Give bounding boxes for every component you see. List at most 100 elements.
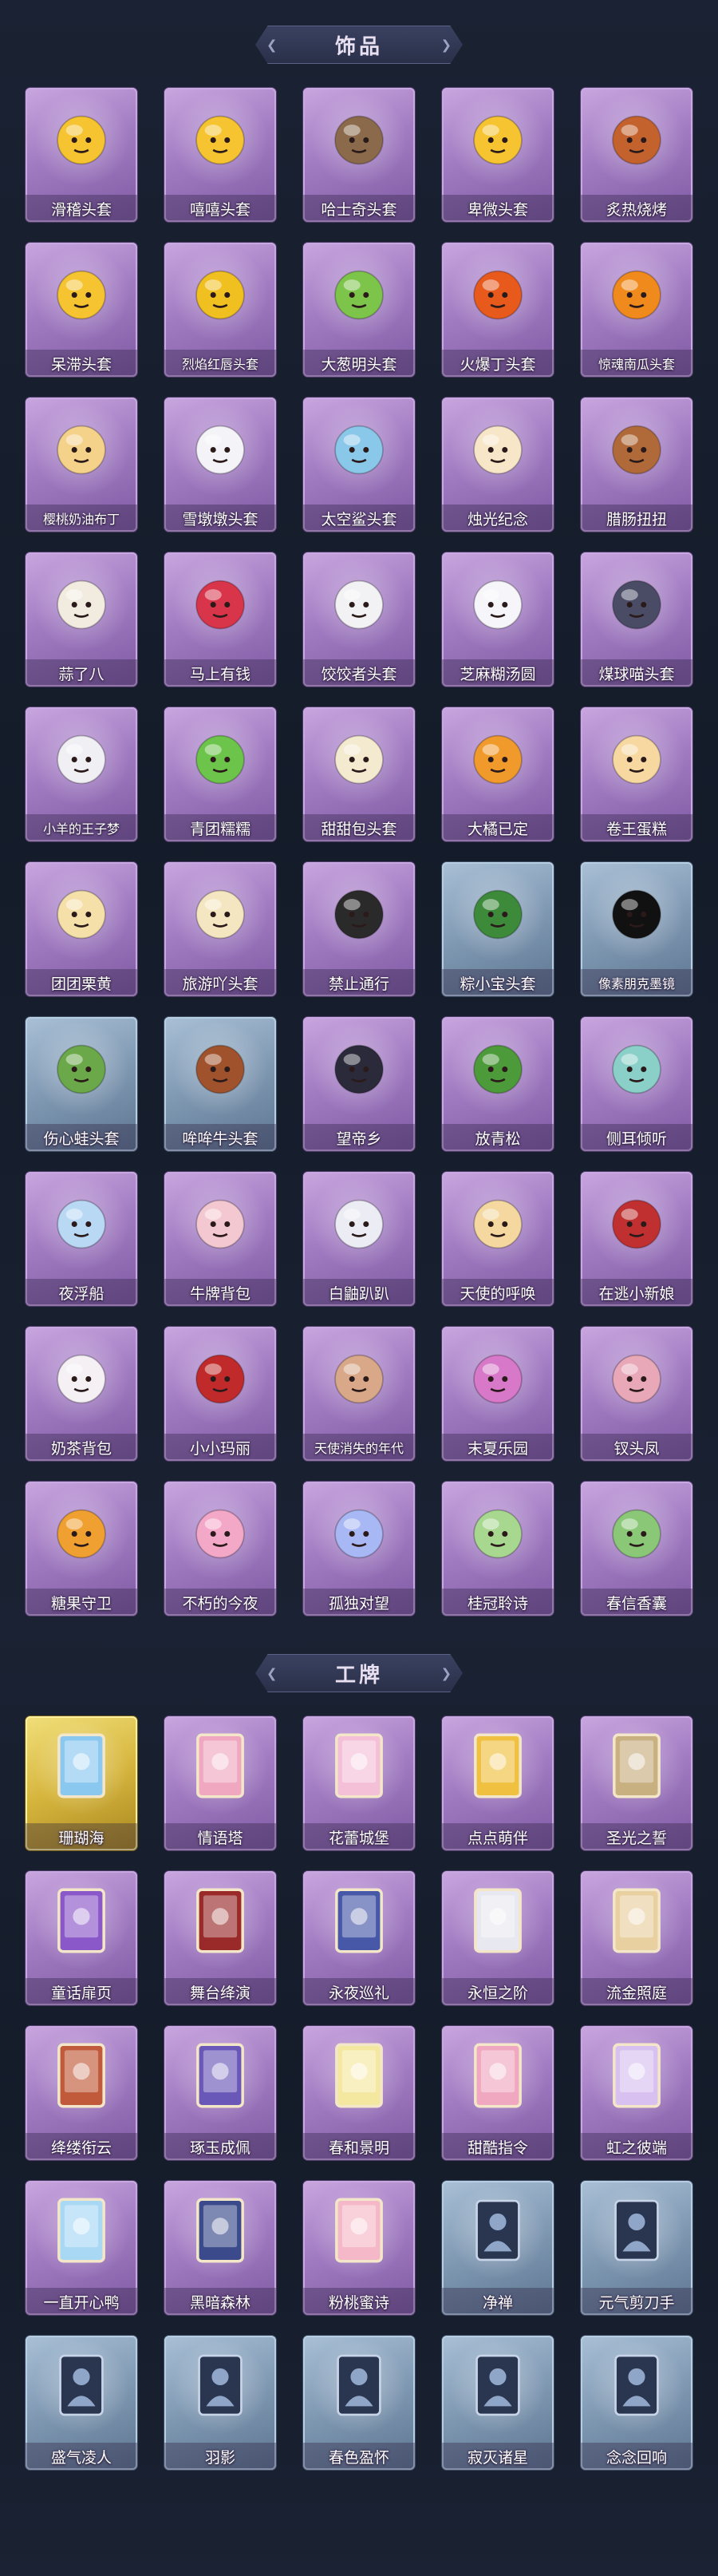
item-card: 永恒之阶 (442, 1871, 554, 2005)
accessory-item[interactable]: 天使消失的年代 (303, 1327, 415, 1462)
accessory-item[interactable]: 哞哞牛头套 (164, 1017, 276, 1153)
badge-item[interactable]: 绛缕衔云 (26, 2026, 137, 2162)
accessory-item[interactable]: 天使的呼唤 (442, 1172, 554, 1308)
badge-item[interactable]: 永恒之阶 (442, 1871, 554, 2007)
accessory-item[interactable]: 小小玛丽 (164, 1327, 276, 1462)
accessory-item[interactable]: 蒜了八 (26, 552, 137, 688)
badge-item[interactable]: 流金照庭 (581, 1871, 692, 2007)
item-label-bar: 羽影 (164, 2443, 276, 2470)
accessory-item[interactable]: 大橘已定 (442, 707, 554, 843)
item-label-bar: 念念回响 (581, 2443, 692, 2470)
item-card: 蒜了八 (26, 552, 137, 687)
item-card: 虹之彼端 (581, 2026, 692, 2160)
accessory-item[interactable]: 惊魂南瓜头套 (581, 243, 692, 378)
accessory-item[interactable]: 烛光纪念 (442, 398, 554, 533)
accessory-item[interactable]: 夜浮船 (26, 1172, 137, 1308)
accessory-item[interactable]: 放青松 (442, 1017, 554, 1153)
badge-item[interactable]: 珊瑚海 (26, 1716, 137, 1852)
accessory-item[interactable]: 大葱明头套 (303, 243, 415, 378)
badge-item[interactable]: 童话扉页 (26, 1871, 137, 2007)
accessory-item[interactable]: 小羊的王子梦 (26, 707, 137, 843)
accessory-item[interactable]: 孤独对望 (303, 1482, 415, 1617)
accessory-item[interactable]: 末夏乐园 (442, 1327, 554, 1462)
accessory-item[interactable]: 煤球喵头套 (581, 552, 692, 688)
item-label-bar: 绛缕衔云 (26, 2133, 137, 2160)
accessory-item[interactable]: 伤心蛙头套 (26, 1017, 137, 1153)
badge-item[interactable]: 寂灭诸星 (442, 2336, 554, 2471)
accessory-item[interactable]: 望帝乡 (303, 1017, 415, 1153)
item-label: 蒜了八 (58, 665, 105, 683)
badge-item[interactable]: 永夜巡礼 (303, 1871, 415, 2007)
accessory-item[interactable]: 禁止通行 (303, 862, 415, 998)
badge-item[interactable]: 点点萌伴 (442, 1716, 554, 1852)
accessory-item[interactable]: 白鼬趴趴 (303, 1172, 415, 1308)
badge-item[interactable]: 念念回响 (581, 2336, 692, 2471)
accessory-item[interactable]: 像素朋克墨镜 (581, 862, 692, 998)
silhouette-card-icon (46, 2350, 116, 2420)
item-label: 侧耳倾听 (606, 1130, 667, 1148)
accessory-item[interactable]: 奶茶背包 (26, 1327, 137, 1462)
accessory-item[interactable]: 团团栗黄 (26, 862, 137, 998)
badge-item[interactable]: 舞台绛演 (164, 1871, 276, 2007)
accessory-item[interactable]: 哈士奇头套 (303, 88, 415, 224)
badge-item[interactable]: 净禅 (442, 2181, 554, 2317)
accessory-item[interactable]: 不朽的今夜 (164, 1482, 276, 1617)
accessory-item[interactable]: 侧耳倾听 (581, 1017, 692, 1153)
badge-item[interactable]: 情语塔 (164, 1716, 276, 1852)
badge-item[interactable]: 琢玉成佩 (164, 2026, 276, 2162)
pumpkin-icon (602, 257, 672, 327)
night-card-icon (324, 1886, 394, 1956)
accessory-item[interactable]: 太空鲨头套 (303, 398, 415, 533)
badge-item[interactable]: 羽影 (164, 2336, 276, 2471)
accessory-item[interactable]: 嘻嘻头套 (164, 88, 276, 224)
accessory-item[interactable]: 滑稽头套 (26, 88, 137, 224)
section-header-badges: ❮ 工牌 ❯ (0, 1651, 718, 1696)
badge-item[interactable]: 元气剪刀手 (581, 2181, 692, 2317)
accessory-item[interactable]: 火爆丁头套 (442, 243, 554, 378)
badge-item[interactable]: 虹之彼端 (581, 2026, 692, 2162)
accessory-item[interactable]: 在逃小新娘 (581, 1172, 692, 1308)
accessory-item[interactable]: 烈焰红唇头套 (164, 243, 276, 378)
badge-item[interactable]: 甜酷指令 (442, 2026, 554, 2162)
accessory-item[interactable]: 炙热烧烤 (581, 88, 692, 224)
badge-item[interactable]: 一直开心鸭 (26, 2181, 137, 2317)
item-label: 孤独对望 (328, 1594, 389, 1612)
badge-item[interactable]: 春和景明 (303, 2026, 415, 2162)
accessory-item[interactable]: 饺饺者头套 (303, 552, 415, 688)
item-card: 烛光纪念 (442, 398, 554, 532)
item-card: 饺饺者头套 (303, 552, 415, 687)
accessory-item[interactable]: 甜甜包头套 (303, 707, 415, 843)
accessory-item[interactable]: 钗头凤 (581, 1327, 692, 1462)
accessory-item[interactable]: 卑微头套 (442, 88, 554, 224)
chestnut-icon (46, 876, 116, 947)
accessory-item[interactable]: 腊肠扭扭 (581, 398, 692, 533)
accessory-item[interactable]: 糖果守卫 (26, 1482, 137, 1617)
ferret-icon (324, 1186, 394, 1256)
item-label: 小小玛丽 (189, 1439, 251, 1458)
accessory-item[interactable]: 青团糯糯 (164, 707, 276, 843)
item-label-bar: 花蕾城堡 (303, 1823, 415, 1850)
badge-item[interactable]: 圣光之誓 (581, 1716, 692, 1852)
accessory-item[interactable]: 粽小宝头套 (442, 862, 554, 998)
item-label: 元气剪刀手 (598, 2293, 675, 2312)
accessory-item[interactable]: 呆滞头套 (26, 243, 137, 378)
badge-item[interactable]: 黑暗森林 (164, 2181, 276, 2317)
badge-item[interactable]: 盛气凌人 (26, 2336, 137, 2471)
badge-item[interactable]: 春色盈怀 (303, 2336, 415, 2471)
accessory-item[interactable]: 旅游吖头套 (164, 862, 276, 998)
badge-item[interactable]: 粉桃蜜诗 (303, 2181, 415, 2317)
item-label-bar: 童话扉页 (26, 1978, 137, 2005)
accessory-item[interactable]: 桂冠聆诗 (442, 1482, 554, 1617)
item-label: 粉桃蜜诗 (328, 2293, 389, 2312)
accessory-item[interactable]: 樱桃奶油布丁 (26, 398, 137, 533)
item-label: 烈焰红唇头套 (181, 357, 258, 372)
item-card: 侧耳倾听 (581, 1017, 692, 1151)
accessory-item[interactable]: 卷王蛋糕 (581, 707, 692, 843)
accessory-item[interactable]: 春信香囊 (581, 1482, 692, 1617)
accessory-item[interactable]: 雪墩墩头套 (164, 398, 276, 533)
badge-item[interactable]: 花蕾城堡 (303, 1716, 415, 1852)
accessory-item[interactable]: 芝麻糊汤圆 (442, 552, 554, 688)
accessory-item[interactable]: 牛牌背包 (164, 1172, 276, 1308)
accessory-item[interactable]: 马上有钱 (164, 552, 276, 688)
item-label: 天使的呼唤 (460, 1284, 536, 1303)
